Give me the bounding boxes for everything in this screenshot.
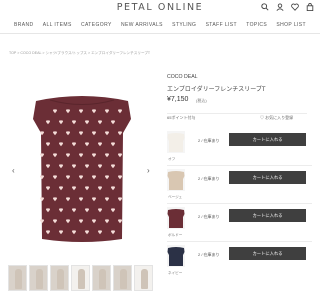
nav-category[interactable]: CATEGORY bbox=[81, 22, 112, 32]
nav-new-arrivals[interactable]: NEW ARRIVALS bbox=[121, 22, 163, 32]
favorite-button[interactable]: ♡ お気に入り登録 bbox=[260, 115, 293, 121]
nav-styling[interactable]: STYLING bbox=[172, 22, 196, 32]
nav-shop-list[interactable]: SHOP LIST bbox=[276, 22, 306, 32]
thumbnail[interactable] bbox=[134, 265, 153, 291]
add-to-cart-button[interactable]: カートに入れる bbox=[229, 247, 306, 260]
add-to-cart-button[interactable]: カートに入れる bbox=[229, 209, 306, 222]
carousel-next-button[interactable]: › bbox=[147, 166, 150, 175]
variant-row: ベージュ 2 / 在庫あり カートに入れる bbox=[167, 166, 312, 204]
thumbnail[interactable] bbox=[50, 265, 69, 291]
variant-swatch-image[interactable] bbox=[167, 245, 185, 267]
variant-color-label: ネイビー bbox=[168, 271, 183, 275]
add-to-cart-button[interactable]: カートに入れる bbox=[229, 171, 306, 184]
search-icon[interactable] bbox=[261, 3, 269, 11]
thumbnail[interactable] bbox=[71, 265, 90, 291]
variant-size-stock: 2 / 在庫あり bbox=[198, 176, 220, 181]
variant-row: ネイビー 2 / 在庫あり カートに入れる bbox=[167, 242, 312, 280]
thumbnail[interactable] bbox=[92, 265, 111, 291]
thumbnail[interactable] bbox=[8, 265, 27, 291]
thumbnail-strip bbox=[8, 265, 153, 291]
variant-swatch-image[interactable] bbox=[167, 169, 185, 191]
variant-row: ボルドー 2 / 在庫あり カートに入れる bbox=[167, 204, 312, 242]
points-label: 65ポイント付与 bbox=[167, 115, 196, 120]
thumbnail[interactable] bbox=[113, 265, 132, 291]
header-icons bbox=[261, 3, 314, 11]
header-divider bbox=[0, 33, 320, 34]
variant-size-stock: 2 / 在庫あり bbox=[198, 252, 220, 257]
variant-color-label: ボルドー bbox=[168, 233, 183, 237]
tax-label: (税込) bbox=[196, 98, 207, 103]
nav-staff-list[interactable]: STAFF LIST bbox=[206, 22, 237, 32]
variant-color-label: オフ bbox=[168, 157, 176, 161]
variant-swatch-image[interactable] bbox=[167, 207, 185, 229]
carousel-prev-button[interactable]: ‹ bbox=[12, 166, 15, 175]
nav-topics[interactable]: TOPICS bbox=[246, 22, 267, 32]
bag-icon[interactable] bbox=[306, 3, 314, 11]
heart-icon[interactable] bbox=[291, 3, 299, 11]
variant-size-stock: 2 / 在庫あり bbox=[198, 138, 220, 143]
nav-brand[interactable]: BRAND bbox=[14, 22, 34, 32]
user-icon[interactable] bbox=[276, 3, 284, 11]
thumbnail[interactable] bbox=[29, 265, 48, 291]
product-name: エンブロイダリーフレンチスリーブT bbox=[167, 87, 266, 93]
variant-color-label: ベージュ bbox=[168, 195, 183, 199]
nav-all-items[interactable]: ALL ITEMS bbox=[43, 22, 72, 32]
info-divider bbox=[167, 113, 307, 114]
product-price: ¥7,150 bbox=[167, 96, 189, 103]
variant-row: オフ 2 / 在庫あり カートに入れる bbox=[167, 128, 312, 166]
product-brand[interactable]: COCO DEAL bbox=[167, 74, 198, 80]
product-main-image[interactable] bbox=[32, 87, 132, 247]
add-to-cart-button[interactable]: カートに入れる bbox=[229, 133, 306, 146]
main-nav: BRAND ALL ITEMS CATEGORY NEW ARRIVALS ST… bbox=[0, 22, 320, 32]
variant-swatch-image[interactable] bbox=[167, 131, 185, 153]
variant-size-stock: 2 / 在庫あり bbox=[198, 214, 220, 219]
breadcrumb[interactable]: TOP > COCO DEAL > シャツ/ブラウス/トップス > エンブロイダ… bbox=[9, 51, 150, 56]
